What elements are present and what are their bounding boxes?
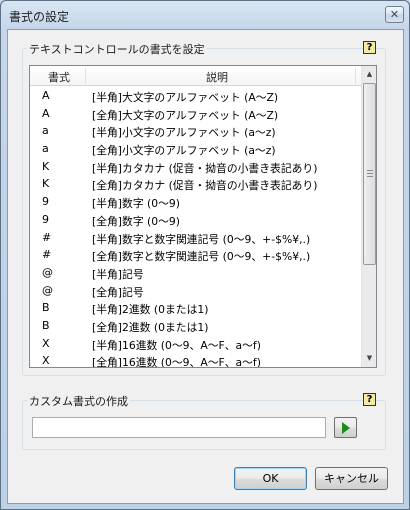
format-code: A <box>42 106 50 120</box>
custom-format-input[interactable] <box>32 417 326 438</box>
format-list[interactable]: 書式 説明 A [半角]大文字のアルファベット (A〜Z) A [全角]大文字のアルフ… <box>29 65 377 368</box>
format-description: [半角]記号 <box>92 267 144 281</box>
grip-line <box>367 170 373 171</box>
play-icon <box>341 421 350 434</box>
scroll-up-icon[interactable]: ▲ <box>362 66 376 83</box>
format-code: a <box>42 124 49 138</box>
format-code: A <box>42 89 50 102</box>
format-description: [全角]16進数 (0〜9、A〜F、a〜f) <box>92 356 261 368</box>
format-code: K <box>42 177 50 191</box>
list-item[interactable]: # [全角]数字と数字関連記号 (0〜9、+-$%¥,.) <box>30 246 362 264</box>
list-item[interactable]: # [半角]数字と数字関連記号 (0〜9、+-$%¥,.) <box>30 229 362 247</box>
format-description: [半角]数字 (0〜9) <box>92 197 181 211</box>
list-item[interactable]: X [半角]16進数 (0〜9、A〜F、a〜f) <box>30 335 362 353</box>
ok-button[interactable]: OK <box>234 467 307 490</box>
column-header-description[interactable]: 説明 <box>206 69 228 85</box>
format-code: 9 <box>42 195 49 209</box>
scroll-down-icon[interactable]: ▼ <box>362 350 376 367</box>
list-item[interactable]: B [全角]2進数 (0または1) <box>30 317 362 335</box>
column-divider[interactable] <box>355 68 356 84</box>
list-rows: A [半角]大文字のアルファベット (A〜Z) A [全角]大文字のアルファベット (… <box>30 87 362 368</box>
format-group-label: テキストコントロールの書式を設定 <box>27 41 207 57</box>
format-description: [全角]カタカナ (促音・拗音の小書き表記あり) <box>92 179 318 193</box>
format-code: 9 <box>42 212 49 226</box>
format-code: a <box>42 142 49 156</box>
window-title: 書式の設定 <box>9 10 70 24</box>
format-code: X <box>42 354 50 368</box>
format-description: [全角]大文字のアルファベット (A〜Z) <box>92 108 279 122</box>
close-button[interactable]: ✕ <box>385 6 404 23</box>
format-description: [半角]数字と数字関連記号 (0〜9、+-$%¥,.) <box>92 232 311 246</box>
format-description: [全角]2進数 (0または1) <box>92 320 209 334</box>
format-description: [半角]16進数 (0〜9、A〜F、a〜f) <box>92 338 261 352</box>
list-item[interactable]: B [半角]2進数 (0または1) <box>30 299 362 317</box>
format-code: # <box>42 248 52 262</box>
format-code: X <box>42 336 50 350</box>
format-description: [半角]大文字のアルファベット (A〜Z) <box>92 91 279 104</box>
title-bar: 書式の設定 ✕ <box>1 1 409 29</box>
format-code: K <box>42 159 50 173</box>
format-description: [全角]記号 <box>92 285 144 299</box>
list-item[interactable]: 9 [全角]数字 (0〜9) <box>30 211 362 229</box>
cancel-button[interactable]: キャンセル <box>315 467 388 490</box>
list-item[interactable]: a [全角]小文字のアルファベット (a〜z) <box>30 140 362 158</box>
grip-line <box>367 176 373 177</box>
grip-line <box>367 173 373 174</box>
column-header-format[interactable]: 書式 <box>48 69 70 85</box>
format-code: @ <box>42 283 53 297</box>
format-code: # <box>42 230 52 244</box>
help-icon[interactable]: ? <box>363 393 376 406</box>
format-description: [半角]2進数 (0または1) <box>92 303 209 317</box>
list-item[interactable]: a [半角]小文字のアルファベット (a〜z) <box>30 122 362 140</box>
help-icon[interactable]: ? <box>363 41 376 54</box>
apply-custom-button[interactable] <box>334 417 357 438</box>
list-item[interactable]: X [全角]16進数 (0〜9、A〜F、a〜f) <box>30 352 362 368</box>
format-description: [全角]数字 (0〜9) <box>92 214 181 228</box>
column-divider[interactable] <box>85 68 86 84</box>
format-code: @ <box>42 265 53 279</box>
list-item[interactable]: K [全角]カタカナ (促音・拗音の小書き表記あり) <box>30 175 362 193</box>
format-description: [半角]小文字のアルファベット (a〜z) <box>92 126 276 140</box>
list-header: 書式 説明 <box>30 66 362 86</box>
custom-group-label: カスタム書式の作成 <box>27 393 130 409</box>
list-item[interactable]: A [全角]大文字のアルファベット (A〜Z) <box>30 105 362 123</box>
format-code: B <box>42 301 50 315</box>
list-item[interactable]: A [半角]大文字のアルファベット (A〜Z) <box>30 87 362 105</box>
list-item[interactable]: @ [半角]記号 <box>30 264 362 282</box>
scroll-thumb[interactable] <box>363 83 376 265</box>
list-item[interactable]: 9 [半角]数字 (0〜9) <box>30 193 362 211</box>
close-icon: ✕ <box>389 8 400 21</box>
format-description: [半角]カタカナ (促音・拗音の小書き表記あり) <box>92 161 318 175</box>
format-description: [全角]数字と数字関連記号 (0〜9、+-$%¥,.) <box>92 250 311 264</box>
list-item[interactable]: K [半角]カタカナ (促音・拗音の小書き表記あり) <box>30 158 362 176</box>
format-description: [全角]小文字のアルファベット (a〜z) <box>92 144 276 158</box>
list-item[interactable]: @ [全角]記号 <box>30 282 362 300</box>
vertical-scrollbar[interactable]: ▲ ▼ <box>361 66 376 367</box>
format-code: B <box>42 318 50 332</box>
